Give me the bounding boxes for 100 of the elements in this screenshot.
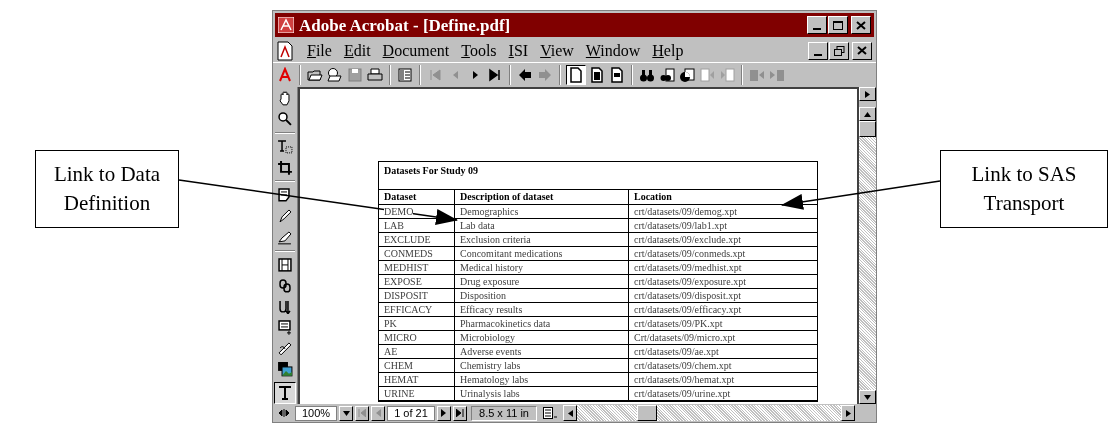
last-page-icon[interactable]: [487, 67, 503, 83]
page-number-field[interactable]: 1 of 21: [387, 405, 435, 421]
restore-icon: [833, 45, 845, 56]
maximize-button[interactable]: [828, 16, 848, 34]
table-cell: EXCLUDE: [384, 234, 431, 245]
table-cell: crt/datasets/09/ae.xpt: [634, 346, 719, 357]
article-icon[interactable]: [277, 298, 293, 315]
highlighter-icon[interactable]: [277, 229, 293, 245]
minimize-button[interactable]: [807, 16, 827, 34]
window-title: Adobe Acrobat - [Define.pdf]: [299, 16, 511, 34]
table-cell: crt/datasets/09/hemat.xpt: [634, 374, 735, 385]
crop-icon[interactable]: [277, 159, 293, 176]
fit-width-icon[interactable]: [609, 67, 625, 83]
folder-icon[interactable]: [307, 67, 323, 83]
image-icon[interactable]: [277, 361, 293, 377]
table-cell: Chemistry labs: [460, 360, 521, 371]
scroll-right-button[interactable]: [841, 405, 855, 421]
table-cell: Urinalysis labs: [460, 388, 520, 399]
menu-item[interactable]: Document: [377, 42, 455, 59]
table-cell: Crt/datasets/09/micro.xpt: [634, 332, 736, 343]
table-cell: crt/datasets/09/conmeds.xpt: [634, 248, 746, 259]
scroll-left-button[interactable]: [563, 405, 577, 421]
first-page-button[interactable]: [355, 405, 369, 421]
folder-globe-icon[interactable]: [327, 67, 343, 83]
back-arrow-icon[interactable]: [517, 67, 533, 83]
menu-item[interactable]: View: [535, 42, 579, 59]
vertical-scrollbar[interactable]: [859, 87, 876, 404]
menu-item[interactable]: Window: [580, 42, 646, 59]
table-cell: Medical history: [460, 262, 524, 273]
close-button[interactable]: [851, 16, 871, 34]
table-cell: CHEM: [384, 360, 413, 371]
fit-page-icon[interactable]: [589, 67, 605, 83]
signature-pen-icon[interactable]: [277, 340, 293, 357]
table-cell: crt/datasets/09/urine.xpt: [634, 388, 731, 399]
menu-item[interactable]: Edit: [338, 42, 376, 59]
callout-text: Link to SAS Transport: [970, 161, 1078, 217]
scroll-thumb[interactable]: [859, 121, 876, 137]
printer-icon[interactable]: [367, 67, 383, 83]
note-icon[interactable]: [277, 187, 293, 204]
next-result-icon[interactable]: [719, 67, 735, 83]
table-cell: crt/datasets/09/medhist.xpt: [634, 262, 742, 273]
triangle-right-icon: [865, 90, 870, 98]
previous-page-button[interactable]: [371, 405, 385, 421]
chain-link-icon[interactable]: [277, 277, 293, 294]
close-button[interactable]: [852, 41, 872, 60]
table-cell: crt/datasets/09/demog.xpt: [634, 206, 738, 217]
minimize-button[interactable]: [808, 41, 828, 60]
triangle-left-icon: [567, 409, 573, 417]
table-cell: DEMO: [384, 206, 414, 217]
zoom-dropdown-button[interactable]: [339, 405, 353, 421]
table-cell: crt/datasets/09/chem.xpt: [634, 360, 732, 371]
table-cell: crt/datasets/09/disposit.xpt: [634, 290, 741, 301]
form-field-icon[interactable]: [277, 319, 293, 336]
close-icon: [856, 20, 866, 30]
table-cell: Disposition: [460, 290, 507, 301]
scroll-up-button[interactable]: [859, 107, 876, 121]
scroll-down-button[interactable]: [859, 390, 876, 404]
search-document-icon[interactable]: [659, 67, 675, 83]
table-cell: PK: [384, 318, 397, 329]
triangle-down-icon: [864, 394, 871, 400]
table-cell: EFFICACY: [384, 304, 433, 315]
table-cell: crt/datasets/09/efficacy.xpt: [634, 304, 742, 315]
scroll-thumb[interactable]: [637, 405, 657, 421]
table-cell: Exclusion criteria: [460, 234, 531, 245]
menu-item[interactable]: File: [302, 42, 337, 59]
menu-item[interactable]: ISI: [503, 42, 534, 59]
film-icon[interactable]: [277, 256, 293, 273]
triangle-right-icon: [845, 409, 851, 417]
acrobat-logo-icon[interactable]: [277, 67, 293, 83]
menu-item[interactable]: Tools: [456, 42, 502, 59]
last-page-button[interactable]: [453, 405, 467, 421]
text-select-icon[interactable]: [277, 138, 293, 155]
column-header: Description of dataset: [455, 190, 629, 204]
page-size-label: 8.5 x 11 in: [471, 405, 537, 421]
menu-item[interactable]: Help: [647, 42, 689, 59]
callout-text: Link to Data Definition: [52, 161, 162, 217]
table-cell: Demographics: [460, 206, 519, 217]
restore-button[interactable]: [829, 41, 849, 60]
table-cell: Concomitant medications: [460, 248, 563, 259]
zoom-field[interactable]: 100%: [295, 405, 337, 421]
column-header: Dataset: [379, 190, 455, 204]
next-page-button[interactable]: [437, 405, 451, 421]
pencil-icon[interactable]: [277, 208, 293, 225]
table-cell: Efficacy results: [460, 304, 523, 315]
table-cell: Hematology labs: [460, 374, 529, 385]
page-panel-icon[interactable]: [397, 67, 413, 83]
hand-icon[interactable]: [277, 90, 293, 106]
scroll-right-button[interactable]: [859, 87, 876, 101]
text-edit-icon[interactable]: [277, 384, 293, 401]
table-cell: crt/datasets/09/lab1.xpt: [634, 220, 728, 231]
table-cell: Microbiology: [460, 332, 515, 343]
binoculars-icon[interactable]: [639, 67, 655, 83]
first-page-icon: [358, 409, 366, 417]
table-title: Datasets For Study 09: [379, 162, 817, 190]
magnifier-icon[interactable]: [277, 110, 293, 127]
page-icon[interactable]: [568, 67, 584, 83]
table-cell: URINE: [384, 388, 415, 399]
horizontal-scrollbar[interactable]: [563, 405, 855, 421]
column-header: Location: [633, 190, 673, 204]
document-chart-icon[interactable]: [679, 67, 695, 83]
